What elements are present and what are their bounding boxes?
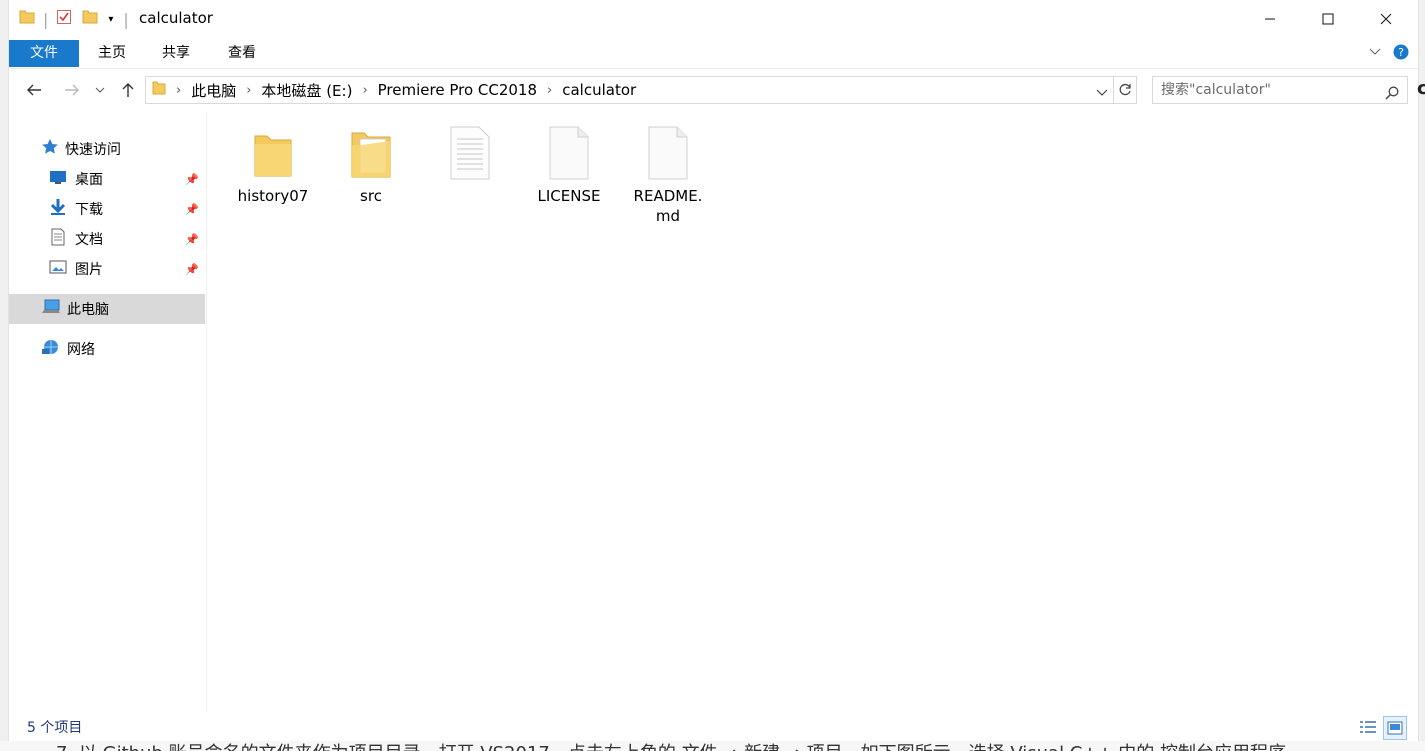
tab-home[interactable]: 主页 bbox=[89, 40, 135, 67]
file-name: LICENSE bbox=[537, 187, 601, 205]
computer-icon bbox=[41, 298, 61, 320]
file-name: src bbox=[360, 187, 382, 205]
minimize-button[interactable] bbox=[1241, 0, 1299, 38]
breadcrumb-separator[interactable]: › bbox=[541, 83, 558, 98]
status-bar: 5 个项目 bbox=[9, 712, 1418, 740]
minimize-icon bbox=[1265, 18, 1275, 20]
new-folder-icon[interactable] bbox=[82, 9, 98, 29]
sidebar-item-label: 图片 bbox=[75, 262, 103, 278]
divider: | bbox=[123, 9, 129, 29]
network-icon bbox=[41, 338, 61, 360]
sidebar-item-label: 快速访问 bbox=[65, 142, 121, 158]
up-button[interactable] bbox=[115, 78, 141, 102]
folder-icon bbox=[227, 124, 319, 182]
file-item-unnamed[interactable] bbox=[424, 124, 516, 186]
file-icon bbox=[523, 124, 615, 182]
sidebar-item-quick-access[interactable]: 快速访问 bbox=[9, 134, 205, 164]
explorer-window: | ▾ | calculator 文件 主页 共享 查看 ? › 此电脑 › 本… bbox=[8, 0, 1419, 741]
file-name: history07 bbox=[237, 187, 309, 205]
refresh-button[interactable] bbox=[1113, 77, 1136, 103]
sidebar-item-label: 下载 bbox=[75, 202, 103, 218]
sidebar-item-pictures[interactable]: 图片 📌 bbox=[9, 254, 205, 284]
back-button[interactable] bbox=[21, 78, 47, 102]
large-icons-view-icon bbox=[1387, 721, 1403, 735]
pin-icon[interactable]: 📌 bbox=[185, 233, 199, 246]
large-icons-view-button[interactable] bbox=[1383, 716, 1407, 740]
maximize-icon bbox=[1322, 13, 1334, 25]
svg-text:?: ? bbox=[1398, 46, 1404, 59]
file-item-license[interactable]: LICENSE bbox=[523, 124, 615, 206]
maximize-button[interactable] bbox=[1299, 0, 1357, 38]
folder-icon bbox=[19, 9, 35, 29]
breadcrumb-separator[interactable]: › bbox=[170, 83, 187, 98]
details-view-icon bbox=[1360, 721, 1376, 733]
details-view-button[interactable] bbox=[1357, 716, 1379, 738]
background-fragment: c bbox=[1417, 78, 1425, 99]
pictures-icon bbox=[49, 259, 67, 279]
breadcrumb-calculator[interactable]: calculator bbox=[558, 81, 640, 99]
window-title: calculator bbox=[139, 9, 213, 27]
breadcrumb-drive-e[interactable]: 本地磁盘 (E:) bbox=[257, 80, 356, 101]
search-placeholder: 搜索"calculator" bbox=[1161, 82, 1271, 98]
close-button[interactable] bbox=[1357, 0, 1415, 38]
close-icon bbox=[1380, 13, 1392, 25]
customize-dropdown-icon[interactable]: ▾ bbox=[108, 14, 113, 25]
file-item-history07[interactable]: history07 bbox=[227, 124, 319, 206]
sidebar-item-label: 桌面 bbox=[75, 172, 103, 188]
recent-locations-button[interactable] bbox=[91, 78, 109, 102]
file-item-src[interactable]: src bbox=[325, 124, 417, 206]
refresh-icon bbox=[1119, 83, 1131, 96]
file-list: history07 src LICENSE README. md bbox=[207, 112, 1418, 712]
folder-with-files-icon bbox=[325, 124, 417, 182]
breadcrumb-separator[interactable]: › bbox=[240, 83, 257, 98]
folder-icon bbox=[152, 80, 166, 100]
star-icon bbox=[41, 138, 59, 160]
divider: | bbox=[43, 9, 49, 29]
sidebar-item-documents[interactable]: 文档 📌 bbox=[9, 224, 205, 254]
text-file-icon bbox=[424, 124, 516, 182]
tab-view[interactable]: 查看 bbox=[219, 40, 265, 67]
pin-icon[interactable]: 📌 bbox=[185, 263, 199, 276]
sidebar-item-this-pc[interactable]: 此电脑 bbox=[9, 294, 205, 324]
sidebar-item-network[interactable]: 网络 bbox=[9, 334, 205, 364]
background-text: 7. 以 Github 账号命名的文件夹作为项目目录，打开 VS2017，点击左… bbox=[56, 743, 1286, 751]
download-icon bbox=[49, 198, 67, 220]
expand-ribbon-chevron-icon[interactable] bbox=[1369, 46, 1381, 60]
desktop-icon bbox=[49, 169, 67, 189]
forward-arrow-icon bbox=[65, 84, 79, 96]
quick-access-toolbar: | ▾ | bbox=[19, 9, 129, 29]
properties-icon[interactable] bbox=[56, 9, 72, 29]
back-arrow-icon bbox=[27, 84, 41, 96]
breadcrumb-separator[interactable]: › bbox=[356, 83, 373, 98]
address-bar[interactable]: › 此电脑 › 本地磁盘 (E:) › Premiere Pro CC2018 … bbox=[145, 76, 1137, 104]
sidebar-item-label: 网络 bbox=[67, 342, 95, 358]
pin-icon[interactable]: 📌 bbox=[185, 173, 199, 186]
sidebar-item-downloads[interactable]: 下载 📌 bbox=[9, 194, 205, 224]
forward-button[interactable] bbox=[59, 78, 85, 102]
breadcrumb-this-pc[interactable]: 此电脑 bbox=[187, 80, 240, 101]
search-input[interactable]: 搜索"calculator" bbox=[1152, 76, 1408, 104]
navigation-bar: › 此电脑 › 本地磁盘 (E:) › Premiere Pro CC2018 … bbox=[9, 70, 1418, 110]
up-arrow-icon bbox=[122, 83, 134, 97]
breadcrumb-premiere-pro[interactable]: Premiere Pro CC2018 bbox=[374, 81, 541, 99]
chevron-down-icon bbox=[95, 87, 105, 93]
pin-icon[interactable]: 📌 bbox=[185, 203, 199, 216]
document-icon bbox=[49, 228, 67, 250]
tab-file[interactable]: 文件 bbox=[9, 40, 79, 67]
sidebar-item-label: 文档 bbox=[75, 232, 103, 248]
search-icon[interactable] bbox=[1385, 83, 1399, 109]
title-bar: | ▾ | calculator bbox=[9, 0, 1418, 38]
sidebar-item-desktop[interactable]: 桌面 📌 bbox=[9, 164, 205, 194]
file-icon bbox=[622, 124, 714, 182]
sidebar-item-label: 此电脑 bbox=[67, 302, 109, 318]
item-count: 5 个项目 bbox=[27, 720, 83, 736]
file-item-readme[interactable]: README. md bbox=[622, 124, 714, 226]
tab-share[interactable]: 共享 bbox=[153, 40, 199, 67]
address-dropdown-icon[interactable] bbox=[1096, 84, 1108, 102]
ribbon-tabs: 文件 主页 共享 查看 ? bbox=[9, 38, 1418, 69]
file-name: README. md bbox=[633, 187, 703, 225]
help-icon[interactable]: ? bbox=[1393, 44, 1409, 64]
navigation-pane: 快速访问 桌面 📌 下载 📌 文档 📌 图片 📌 此电脑 网络 bbox=[9, 112, 207, 712]
background-document-text: 7. 以 Github 账号命名的文件夹作为项目目录，打开 VS2017，点击左… bbox=[0, 741, 1425, 751]
